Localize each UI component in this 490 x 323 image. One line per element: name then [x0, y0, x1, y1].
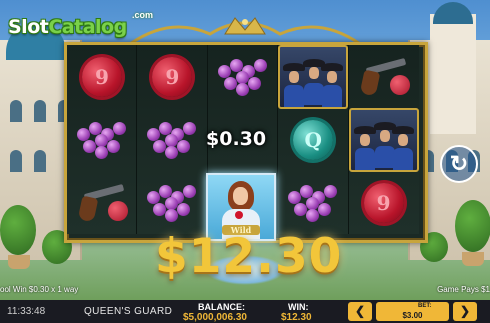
symbol-grapes	[278, 171, 348, 234]
symbol-red-nine: 9	[349, 171, 419, 234]
logo-wordmark: SlotCatalog	[8, 16, 127, 38]
bet-decrease-button[interactable]: ❮	[348, 302, 372, 321]
line-win-amount: $0.30	[206, 128, 267, 150]
total-win-amount: $12.30	[155, 229, 343, 284]
clock: 11:33:48	[7, 306, 46, 317]
grapes-icon	[286, 183, 340, 223]
symbol-grapes	[137, 171, 207, 234]
pistol-icon	[74, 183, 130, 223]
tower-right	[430, 2, 476, 134]
reel-4: Q	[278, 44, 349, 234]
red-seal-icon: 9	[152, 56, 193, 97]
symbol-red-nine: 9	[137, 45, 207, 108]
win-label: WIN:	[288, 302, 309, 312]
win-ticker-right: Game Pays $1	[437, 285, 490, 294]
musketeers-icon	[348, 107, 419, 172]
reel-2: 9	[137, 45, 208, 234]
musketeers-icon	[278, 44, 349, 109]
bet-display: BET: $3.00	[376, 302, 449, 321]
bet-increase-button[interactable]: ❯	[453, 302, 477, 321]
red-seal-icon: 9	[363, 182, 404, 223]
grapes-icon	[145, 183, 199, 223]
win-value: $12.30	[281, 312, 312, 323]
symbol-musketeers	[348, 107, 419, 172]
grapes-icon	[216, 57, 270, 97]
planter-right	[462, 252, 484, 266]
symbol-teal-queen: Q	[278, 108, 348, 171]
bet-label: BET:	[418, 303, 432, 309]
symbol-musketeers	[278, 44, 349, 109]
symbol-grapes	[67, 108, 137, 171]
spin-arrow-icon: ↻	[449, 151, 469, 176]
symbol-pistol	[349, 45, 419, 108]
reel-5: 9	[348, 45, 419, 234]
symbol-grapes	[208, 45, 278, 108]
bet-value: $3.00	[402, 311, 423, 320]
reel-1: 9	[67, 45, 138, 234]
game-title: QUEEN'S GUARD	[84, 306, 173, 317]
symbol-pistol	[67, 171, 137, 234]
win-ticker-left: ool Win $0.30 x 1 way	[0, 285, 79, 294]
planter-left	[8, 255, 30, 269]
bush-left	[0, 205, 36, 255]
balance-value: $5,000,006.30	[183, 312, 247, 323]
grapes-icon	[145, 120, 199, 160]
pistol-icon	[356, 57, 412, 97]
frame-crown-ornament	[130, 17, 360, 46]
spin-button[interactable]: ↻	[440, 145, 478, 183]
grapes-icon	[75, 120, 129, 160]
balance-label: BALANCE:	[198, 302, 245, 312]
symbol-grapes	[137, 108, 207, 171]
bush-right	[455, 200, 490, 252]
red-seal-icon: 9	[82, 56, 122, 97]
symbol-red-nine: 9	[67, 45, 137, 108]
bottom-status-bar: 11:33:48 QUEEN'S GUARD BALANCE: $5,000,0…	[0, 300, 490, 323]
slotcatalog-logo: SlotCatalog .com	[8, 6, 153, 40]
teal-seal-icon: Q	[293, 119, 334, 160]
